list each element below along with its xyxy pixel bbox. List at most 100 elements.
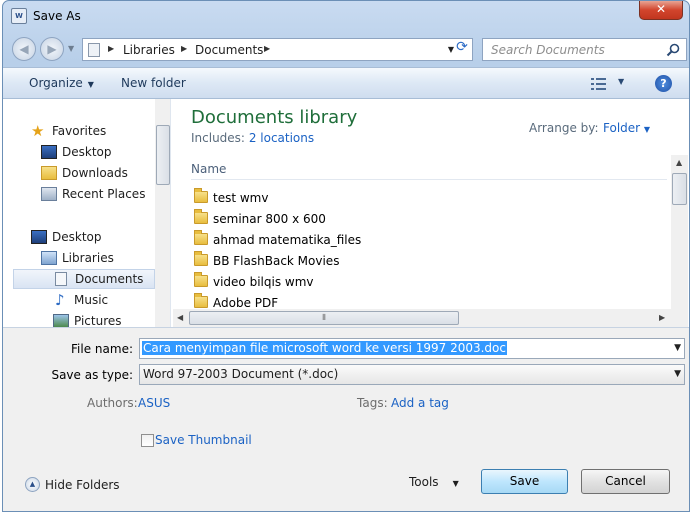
- search-input[interactable]: [483, 39, 663, 60]
- authors-value[interactable]: ASUS: [138, 396, 170, 410]
- file-item[interactable]: ahmad matematika_files: [191, 230, 661, 250]
- includes-label: Includes:: [191, 131, 245, 145]
- breadcrumb-separator-icon[interactable]: ▶: [264, 44, 270, 53]
- nav-item-favorites[interactable]: ★ Favorites: [3, 121, 155, 141]
- refresh-button[interactable]: ⟳: [452, 38, 472, 58]
- nav-item-recent-places[interactable]: Recent Places: [3, 184, 155, 204]
- file-item[interactable]: video bilqis wmv: [191, 272, 661, 292]
- navigation-pane: ★ Favorites Desktop Downloads Recent Pla…: [3, 99, 171, 327]
- command-toolbar: Organize ▼ New folder ▼ ?: [3, 67, 689, 99]
- nav-item-label: Music: [74, 293, 109, 307]
- back-button[interactable]: ◀: [12, 37, 36, 61]
- forward-arrow-icon: ▶: [47, 42, 57, 56]
- folder-icon: [194, 188, 208, 203]
- file-item[interactable]: seminar 800 x 600: [191, 209, 661, 229]
- file-item[interactable]: BB FlashBack Movies: [191, 251, 661, 271]
- organize-label: Organize: [29, 76, 83, 90]
- breadcrumb-separator-icon[interactable]: ▶: [181, 44, 187, 53]
- navigation-scrollbar[interactable]: [155, 99, 170, 327]
- breadcrumb-documents[interactable]: Documents: [195, 43, 263, 57]
- column-header-name[interactable]: Name: [191, 162, 226, 176]
- horizontal-scrollbar-thumb[interactable]: ⦀: [189, 311, 459, 325]
- tools-button[interactable]: Tools ▼: [409, 475, 459, 489]
- chevron-down-icon[interactable]: ▼: [674, 343, 681, 353]
- nav-item-label: Libraries: [62, 251, 114, 265]
- nav-item-downloads[interactable]: Downloads: [3, 163, 155, 183]
- chevron-down-icon[interactable]: ▼: [674, 369, 681, 379]
- nav-item-desktop-root[interactable]: Desktop: [3, 227, 155, 247]
- pictures-icon: [53, 314, 69, 327]
- nav-item-label: Favorites: [52, 124, 107, 138]
- folder-icon: [194, 209, 208, 224]
- recent-places-icon: [41, 187, 57, 201]
- folder-icon: [194, 251, 208, 266]
- nav-item-music[interactable]: ♪ Music: [3, 290, 155, 310]
- title-bar[interactable]: W Save As ✕: [3, 1, 689, 31]
- nav-item-label: Desktop: [62, 145, 112, 159]
- save-as-type-select[interactable]: Word 97-2003 Document (*.doc) ▼: [139, 364, 685, 385]
- file-name: ahmad matematika_files: [213, 233, 362, 247]
- file-name-label: File name:: [71, 342, 133, 356]
- help-icon: ?: [660, 77, 667, 90]
- forward-button[interactable]: ▶: [40, 37, 64, 61]
- nav-item-desktop[interactable]: Desktop: [3, 142, 155, 162]
- nav-item-pictures[interactable]: Pictures: [3, 311, 155, 327]
- file-list-vertical-scrollbar[interactable]: ▲: [671, 155, 688, 327]
- breadcrumb-separator-icon[interactable]: ▶: [108, 44, 114, 53]
- file-name: seminar 800 x 600: [213, 212, 326, 226]
- file-item[interactable]: Adobe PDF: [191, 293, 661, 309]
- scroll-up-icon[interactable]: ▲: [676, 158, 682, 167]
- star-icon: ★: [31, 122, 45, 140]
- navigation-scrollbar-thumb[interactable]: [156, 125, 170, 185]
- arrange-by-dropdown[interactable]: Folder ▼: [603, 121, 650, 135]
- recent-locations-dropdown-icon[interactable]: ▼: [68, 44, 74, 53]
- file-list-horizontal-scrollbar[interactable]: ◀ ⦀ ▶: [173, 309, 671, 327]
- nav-item-label: Documents: [75, 272, 144, 286]
- save-thumbnail-checkbox[interactable]: [141, 434, 154, 447]
- music-icon: ♪: [55, 291, 65, 309]
- tools-label: Tools: [409, 475, 439, 489]
- save-as-type-label: Save as type:: [51, 368, 133, 382]
- organize-button[interactable]: Organize ▼: [29, 76, 94, 90]
- nav-item-libraries[interactable]: Libraries: [3, 248, 155, 268]
- file-name: video bilqis wmv: [213, 275, 314, 289]
- tags-value[interactable]: Add a tag: [391, 396, 449, 410]
- browser-area: ★ Favorites Desktop Downloads Recent Pla…: [3, 99, 689, 327]
- folder-icon: [194, 293, 208, 308]
- help-button[interactable]: ?: [655, 75, 672, 92]
- address-bar[interactable]: ▶ Libraries ▶ Documents ▶ ▼: [82, 38, 473, 61]
- locations-link[interactable]: 2 locations: [249, 131, 314, 145]
- save-thumbnail-label[interactable]: Save Thumbnail: [155, 433, 252, 447]
- tags-label: Tags:: [357, 396, 388, 410]
- library-includes: Includes: 2 locations: [191, 131, 314, 145]
- search-icon[interactable]: [665, 42, 681, 58]
- file-name: BB FlashBack Movies: [213, 254, 340, 268]
- vertical-scrollbar-thumb[interactable]: [672, 173, 687, 205]
- hide-folders-button[interactable]: Hide Folders: [45, 478, 120, 492]
- word-app-icon: W: [11, 8, 27, 24]
- change-view-button[interactable]: ▼: [591, 77, 627, 91]
- scroll-right-icon[interactable]: ▶: [659, 313, 665, 322]
- arrange-by-value: Folder: [603, 121, 641, 135]
- documents-icon: [55, 272, 67, 286]
- nav-item-documents[interactable]: Documents: [13, 269, 155, 289]
- close-button[interactable]: ✕: [639, 1, 683, 20]
- nav-item-label: Recent Places: [62, 187, 146, 201]
- file-name: test wmv: [213, 191, 269, 205]
- libraries-icon: [41, 251, 57, 265]
- file-item[interactable]: test wmv: [191, 188, 661, 208]
- file-list-pane: Documents library Includes: 2 locations …: [173, 99, 689, 327]
- scroll-left-icon[interactable]: ◀: [177, 313, 183, 322]
- file-name-field[interactable]: Cara menyimpan file microsoft word ke ve…: [139, 338, 685, 359]
- back-arrow-icon: ◀: [19, 42, 29, 56]
- cancel-button[interactable]: Cancel: [581, 469, 670, 494]
- address-row: ◀ ▶ ▼ ▶ Libraries ▶ Documents ▶ ▼ ⟳: [3, 35, 689, 63]
- downloads-icon: [41, 166, 57, 180]
- breadcrumb-libraries[interactable]: Libraries: [123, 43, 175, 57]
- close-icon: ✕: [655, 2, 667, 16]
- view-list-icon: [591, 78, 606, 90]
- file-name-value[interactable]: Cara menyimpan file microsoft word ke ve…: [142, 341, 507, 355]
- hide-folders-icon[interactable]: ▲: [25, 477, 40, 492]
- new-folder-button[interactable]: New folder: [121, 76, 186, 90]
- save-button[interactable]: Save: [481, 469, 568, 494]
